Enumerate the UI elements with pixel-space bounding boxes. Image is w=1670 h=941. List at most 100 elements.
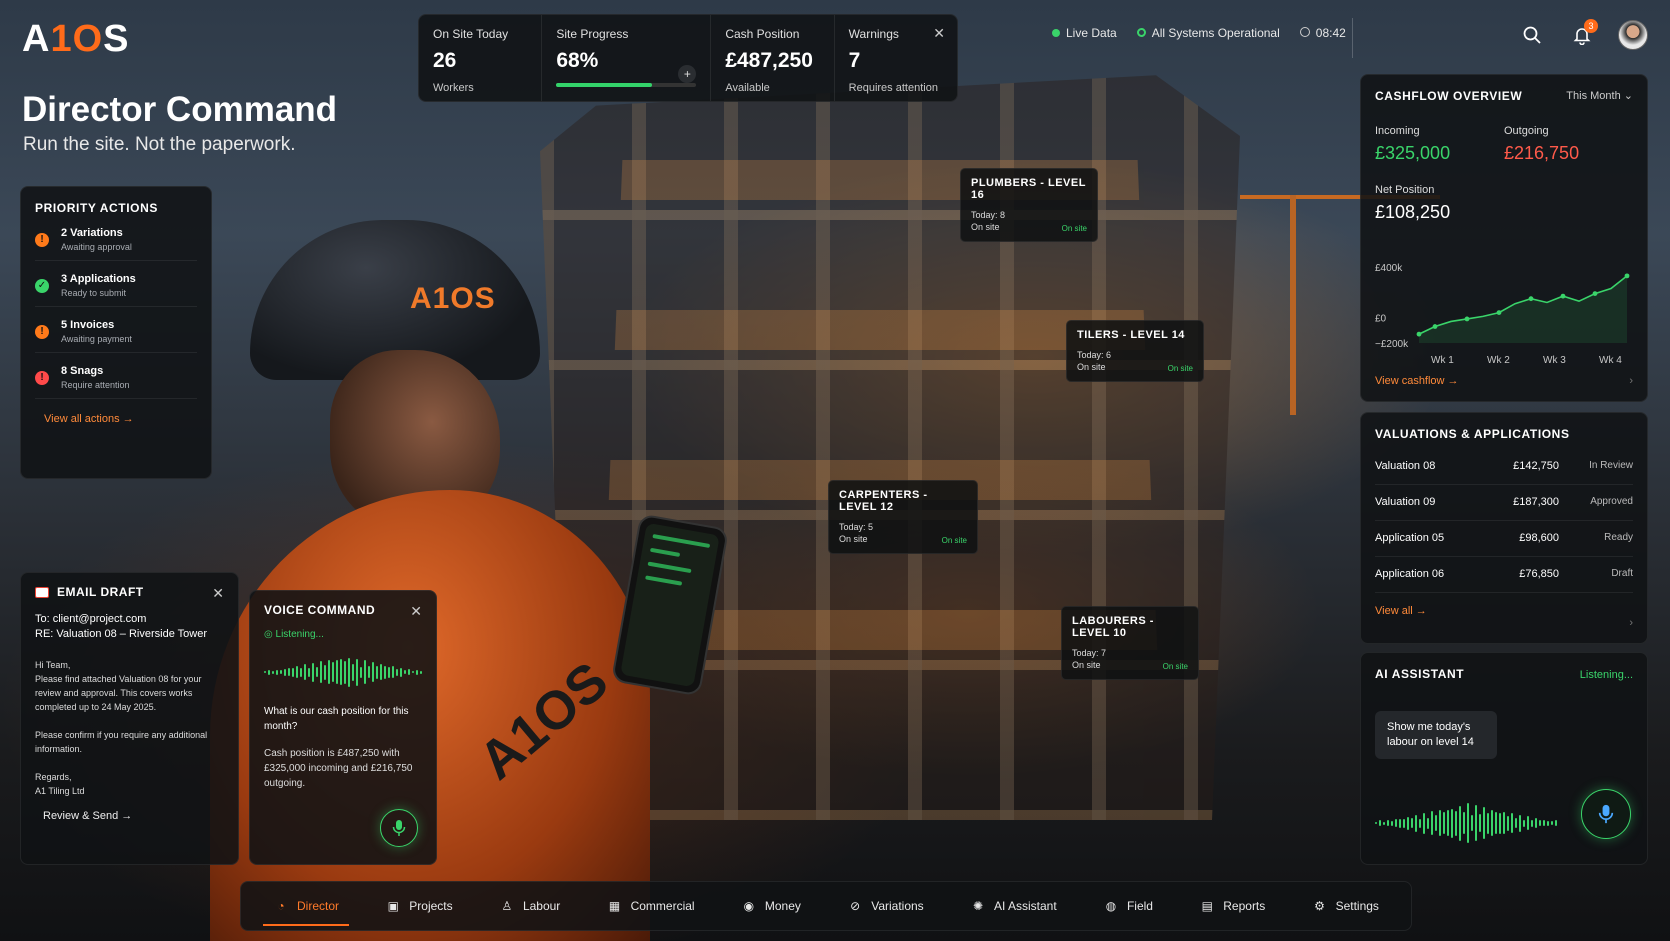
trade-tag-site: On site — [1077, 362, 1106, 372]
wave-bar — [1435, 815, 1437, 831]
nav-item-projects[interactable]: ▣ Projects — [375, 884, 462, 928]
wave-bar — [384, 665, 386, 679]
priority-item-text: 8 Snags Require attention — [61, 365, 130, 390]
nav-item-commercial[interactable]: ▦ Commercial — [597, 884, 705, 928]
trade-tag-status: On site — [1162, 662, 1188, 671]
stat-site-progress[interactable]: Site Progress 68% + — [542, 15, 712, 101]
trade-tag-labourers[interactable]: LABOURERS - LEVEL 10 Today: 7 On site On … — [1061, 606, 1199, 680]
view-cashflow-link[interactable]: View cashflow → — [1375, 375, 1459, 387]
alert-icon: ! — [35, 370, 49, 385]
view-all-valuations-link[interactable]: View all → — [1375, 605, 1633, 617]
valuation-status: Approved — [1590, 496, 1633, 507]
nav-item-variations[interactable]: ⊘ Variations — [837, 884, 933, 928]
priority-item-title: 3 Applications — [61, 273, 136, 285]
priority-item[interactable]: ! 5 Invoices Awaiting payment — [35, 307, 197, 353]
valuation-row[interactable]: Valuation 08 £142,750 In Review — [1375, 449, 1633, 485]
x-tick-label: Wk 4 — [1599, 355, 1622, 366]
wave-bar — [1403, 818, 1405, 828]
priority-item[interactable]: ✓ 3 Applications Ready to submit — [35, 261, 197, 307]
wave-bar — [1459, 805, 1461, 841]
nav-item-labour[interactable]: ♙ Labour — [489, 884, 570, 928]
wave-bar — [1399, 818, 1401, 828]
trade-tag-today: Today: 8 — [971, 210, 1006, 220]
priority-item[interactable]: ! 8 Snags Require attention — [35, 353, 197, 399]
notifications-button[interactable]: 3 — [1568, 19, 1598, 49]
email-draft-panel: EMAIL DRAFT ✕ To: client@project.com RE:… — [20, 572, 239, 865]
valuation-row[interactable]: Application 05 £98,600 Ready — [1375, 521, 1633, 557]
priority-item-sub: Awaiting payment — [61, 334, 132, 344]
nav-item-money[interactable]: ◉ Money — [731, 884, 811, 928]
money-icon: ◉ — [743, 899, 755, 913]
plus-icon[interactable]: + — [678, 65, 697, 83]
stat-label: Site Progress — [556, 27, 629, 41]
cashflow-chart: £400k £0 −£200k Wk 1 Wk 2 Wk 3 Wk 4 — [1375, 263, 1630, 366]
close-icon[interactable]: ✕ — [410, 603, 422, 620]
chevron-down-icon: ⌄ — [1623, 90, 1633, 102]
systems-ok-icon — [1136, 28, 1146, 37]
nav-label: Projects — [409, 899, 453, 913]
stat-on-site[interactable]: On Site Today 26 Workers — [419, 15, 543, 101]
wave-bar — [336, 660, 338, 684]
stats-bar: On Site Today 26 Workers Site Progress 6… — [418, 14, 958, 102]
data-point — [1496, 310, 1502, 315]
view-all-actions-link[interactable]: View all actions → — [44, 413, 197, 425]
nav-label: Commercial — [630, 899, 695, 913]
wave-bar — [272, 670, 274, 674]
chevron-right-icon[interactable]: › — [1629, 617, 1633, 629]
nav-item-reports[interactable]: ▤ Reports — [1189, 884, 1275, 928]
avatar[interactable] — [1618, 20, 1648, 50]
trade-tag-carpenters[interactable]: CARPENTERS - LEVEL 12 Today: 5 On site On… — [828, 480, 978, 554]
wave-bar — [348, 657, 350, 687]
chevron-right-icon[interactable]: › — [1629, 375, 1633, 387]
settings-icon: ⚙ — [1314, 899, 1325, 913]
trade-tag-tilers[interactable]: TILERS - LEVEL 14 Today: 6 On site On sit… — [1066, 320, 1204, 382]
wave-bar — [1391, 820, 1393, 826]
nav-item-director[interactable]: ◔ Director — [263, 884, 350, 928]
wave-bar — [1487, 812, 1489, 834]
trade-tag-site: On site — [971, 222, 1000, 232]
voice-command-panel: VOICE COMMAND ✕ ◎ Listening... What is o… — [249, 590, 437, 865]
valuation-row[interactable]: Application 06 £76,850 Draft — [1375, 557, 1633, 593]
email-to: To: client@project.com — [35, 613, 147, 625]
stat-value: 26 — [433, 49, 457, 72]
live-data-status: Live Data — [1052, 26, 1117, 40]
period-select[interactable]: This Month ⌄ — [1566, 89, 1633, 102]
brand-logo[interactable]: A1OS — [22, 18, 130, 61]
wave-bar — [1407, 816, 1409, 830]
data-point — [1416, 331, 1422, 337]
ai-message-bubble: Show me today's labour on level 14 — [1375, 711, 1497, 759]
microphone-button[interactable] — [380, 809, 418, 847]
nav-item-ai-assistant[interactable]: ✺ AI Assistant — [960, 884, 1067, 928]
priority-item[interactable]: ! 2 Variations Awaiting approval — [35, 215, 197, 261]
wave-bar — [1475, 805, 1477, 841]
valuation-row[interactable]: Valuation 09 £187,300 Approved — [1375, 485, 1633, 521]
nav-item-field[interactable]: ◍ Field — [1093, 884, 1163, 928]
email-body: Hi Team, Please find attached Valuation … — [35, 660, 208, 796]
stat-sub: Available — [725, 82, 770, 94]
stat-warnings[interactable]: Warnings 7 Requires attention ✕ — [835, 15, 957, 101]
wave-bar — [416, 669, 418, 675]
review-send-button[interactable]: Review & Send → — [43, 810, 224, 822]
trade-tag-today: Today: 5 — [839, 522, 874, 532]
notification-badge: 3 — [1584, 19, 1598, 33]
wave-bar — [308, 667, 310, 677]
stat-cash-position[interactable]: Cash Position £487,250 Available — [711, 15, 835, 101]
wave-bar — [1547, 820, 1549, 826]
valuation-amount: £76,850 — [1519, 568, 1559, 580]
close-icon[interactable]: ✕ — [212, 585, 224, 602]
wave-bar — [280, 670, 282, 674]
trade-tag-plumbers[interactable]: PLUMBERS - LEVEL 16 Today: 8 On site On s… — [960, 168, 1098, 242]
wave-bar — [1463, 812, 1465, 834]
y-tick-label: £0 — [1375, 314, 1387, 325]
wave-bar — [1455, 810, 1457, 836]
close-icon[interactable]: ✕ — [933, 25, 945, 42]
ai-microphone-button[interactable] — [1581, 789, 1631, 839]
search-button[interactable] — [1518, 21, 1546, 49]
nav-item-settings[interactable]: ⚙ Settings — [1302, 884, 1389, 928]
wave-bar — [360, 666, 362, 678]
incoming-label: Incoming — [1375, 125, 1420, 137]
wave-bar — [1511, 813, 1513, 833]
clock-icon — [1299, 27, 1310, 37]
alert-icon: ! — [35, 232, 49, 247]
wave-bar — [1495, 812, 1497, 834]
